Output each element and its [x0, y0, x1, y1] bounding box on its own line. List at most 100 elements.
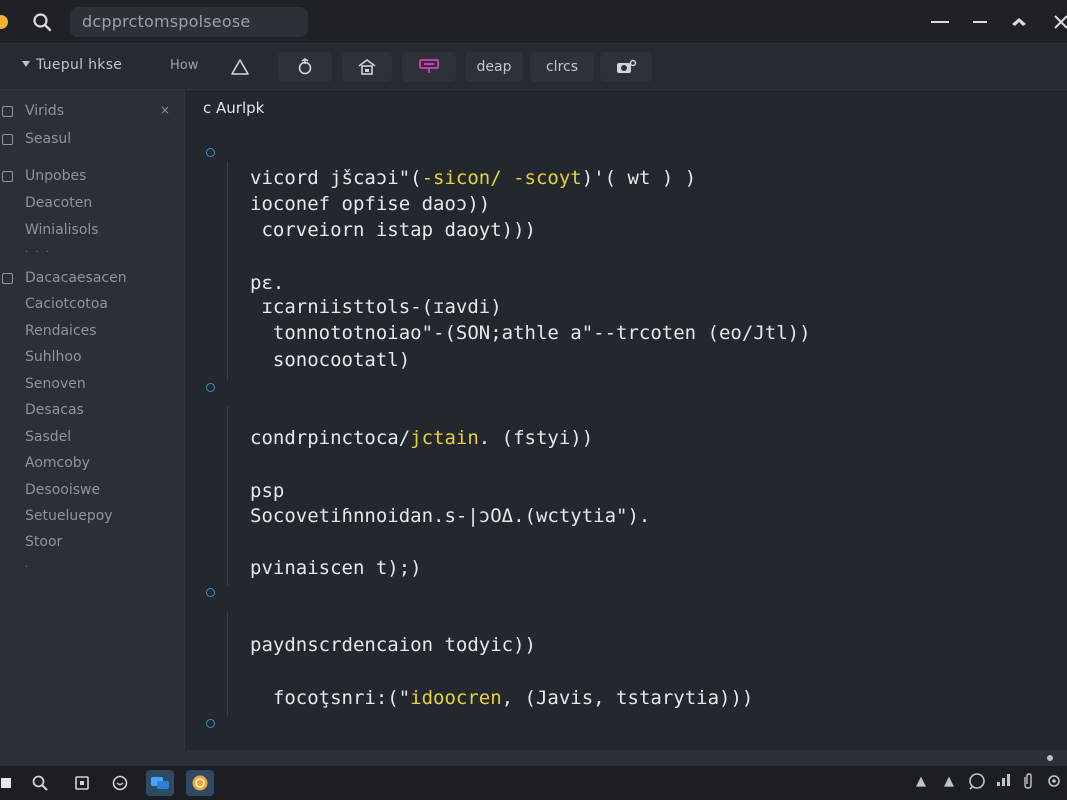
fold-marker-icon[interactable]	[206, 383, 215, 392]
code-text: corveiorn istap daoyt)))	[250, 219, 536, 241]
fold-marker-icon[interactable]	[206, 588, 215, 597]
code-line[interactable]: sonocootatl)	[250, 349, 410, 371]
code-text: condrpinctoca/	[250, 427, 411, 449]
clrcs-button[interactable]: clrcs	[530, 52, 594, 82]
code-line[interactable]: ɪcarniisttols-(ɪavdi)	[250, 296, 502, 318]
separator: · · ·	[25, 247, 51, 258]
code-line[interactable]: ioconef opfise daoɔ))	[250, 193, 490, 215]
fold-guide	[227, 406, 228, 586]
browser-icon	[192, 775, 208, 791]
tray-chevron-icon[interactable]: ▲	[916, 774, 926, 789]
warning-button[interactable]	[222, 52, 258, 82]
fold-guide	[227, 612, 228, 716]
sidebar-item[interactable]: Rendaices	[0, 322, 185, 344]
code-line[interactable]: pvinaiscen t);)	[250, 557, 422, 579]
sync-icon	[298, 58, 312, 75]
close-button[interactable]	[1049, 10, 1067, 34]
search-icon[interactable]	[32, 12, 52, 32]
code-line[interactable]: condrpinctoca/jctain. (fstyi))	[250, 427, 593, 449]
editor-tab[interactable]: c Aurlpk	[203, 99, 264, 117]
code-line[interactable]: Socovetiɦnnoidan.s-|ɔOΔ.(wctytia").	[250, 505, 650, 527]
sidebar-item[interactable]: Deacoten	[0, 194, 185, 216]
sidebar-item-label: Desacas	[25, 402, 84, 418]
code-text: . (fstyi))	[478, 427, 594, 449]
code-line[interactable]: vicord jšcaɔi"(-sicon/ -scoyt)'( wt ) )	[250, 167, 696, 189]
code-text: pvinaiscen t);)	[250, 557, 422, 579]
checkbox[interactable]	[2, 171, 13, 182]
code-text: paydnscrdencaion todyic))	[250, 634, 536, 656]
sidebar: × Virids Seasul Unpobes Deacoten Winiali…	[0, 90, 185, 750]
minimize-button[interactable]	[928, 10, 952, 34]
chat-app-button[interactable]	[106, 770, 134, 796]
code-line[interactable]: pε.	[250, 272, 284, 294]
code-line[interactable]: focoţsnri:("idoocren, (Javis, tstarytia)…	[250, 687, 753, 709]
sidebar-item-label: Desooiswe	[25, 482, 101, 498]
camera-button[interactable]	[600, 52, 652, 82]
home-button[interactable]	[342, 52, 392, 82]
messages-app-button[interactable]	[146, 770, 174, 796]
code-highlight: idoocren	[410, 687, 502, 709]
network-icon[interactable]	[996, 773, 1012, 791]
code-line[interactable]: tonnototnoiao"-(SON;athle a"--trcoten (e…	[250, 322, 811, 344]
sidebar-item[interactable]: Caciotcotoa	[0, 295, 185, 317]
deap-button[interactable]: deap	[465, 52, 523, 82]
sidebar-item[interactable]: Virids	[0, 102, 185, 124]
code-highlight: jctain	[410, 427, 479, 449]
code-editor[interactable]: c Aurlpk vicord jšcaɔi"(-sicon/ -scoyt)'…	[186, 90, 1067, 750]
taskbar-search-button[interactable]	[26, 770, 54, 796]
code-line[interactable]: psp	[250, 480, 284, 502]
code-text: Socovetiɦnnoidan.s-|ɔOΔ.(wctytia").	[250, 505, 651, 527]
display-button[interactable]	[402, 52, 456, 82]
back-button[interactable]	[1007, 10, 1031, 34]
sidebar-item[interactable]: Winialisols	[0, 221, 185, 243]
restore-button[interactable]	[968, 10, 992, 34]
search-input[interactable]: dcpprctomspolseose	[70, 7, 308, 37]
separator: ·	[25, 562, 31, 573]
project-title-label: Tuepul hkse	[36, 57, 123, 73]
attachment-icon[interactable]	[1022, 772, 1034, 794]
code-text: psp	[250, 480, 285, 502]
sidebar-item[interactable]: Stoor	[0, 533, 185, 555]
browser-app-button[interactable]	[186, 770, 214, 796]
checkbox[interactable]	[2, 134, 13, 145]
code-text: ɪcarniisttols-(ɪavdi)	[250, 296, 502, 318]
sidebar-item[interactable]: Setueluepoy	[0, 507, 185, 529]
sidebar-item[interactable]: Seasul	[0, 130, 185, 152]
sidebar-item[interactable]: Unpobes	[0, 167, 185, 189]
fold-marker-icon[interactable]	[206, 148, 215, 157]
settings-icon[interactable]	[1046, 773, 1062, 793]
windows-icon	[1, 778, 11, 788]
start-button[interactable]	[0, 770, 20, 796]
code-text: focoţsnri:("	[250, 687, 411, 709]
sidebar-item-label: Deacoten	[25, 195, 93, 211]
tray-chevron-icon[interactable]: ▲	[944, 774, 954, 789]
sidebar-item-label: Stoor	[25, 534, 63, 550]
status-indicator-icon	[1047, 755, 1053, 761]
sidebar-item[interactable]: Senoven	[0, 375, 185, 397]
sidebar-item[interactable]: Desooiswe	[0, 481, 185, 503]
code-line[interactable]: paydnscrdencaion todyic))	[250, 634, 536, 656]
notification-icon[interactable]	[968, 772, 986, 794]
fold-marker-icon[interactable]	[206, 719, 215, 728]
code-text: sonocootatl)	[250, 349, 411, 371]
sidebar-item-label: Virids	[25, 103, 64, 119]
sidebar-item-label: Seasul	[25, 131, 72, 147]
camera-icon	[617, 59, 637, 73]
code-text: )'( wt ) )	[581, 167, 697, 189]
sync-button[interactable]	[278, 52, 332, 82]
sidebar-item[interactable]: Suhlhoo	[0, 348, 185, 370]
sidebar-item[interactable]: Aomcoby	[0, 454, 185, 476]
sidebar-item-label: Aomcoby	[25, 455, 90, 471]
project-title[interactable]: Tuepul hkse	[22, 57, 122, 73]
sidebar-item-label: Suhlhoo	[25, 349, 82, 365]
sidebar-item[interactable]: Sasdel	[0, 428, 185, 450]
status-bar	[0, 750, 1067, 766]
sidebar-item[interactable]: Desacas	[0, 401, 185, 423]
how-button[interactable]: How	[170, 58, 198, 73]
warning-icon	[231, 59, 249, 75]
checkbox[interactable]	[2, 106, 13, 117]
sidebar-item[interactable]: Dacacaesacen	[0, 269, 185, 291]
task-view-button[interactable]	[68, 770, 96, 796]
checkbox[interactable]	[2, 273, 13, 284]
code-line[interactable]: corveiorn istap daoyt)))	[250, 219, 536, 241]
